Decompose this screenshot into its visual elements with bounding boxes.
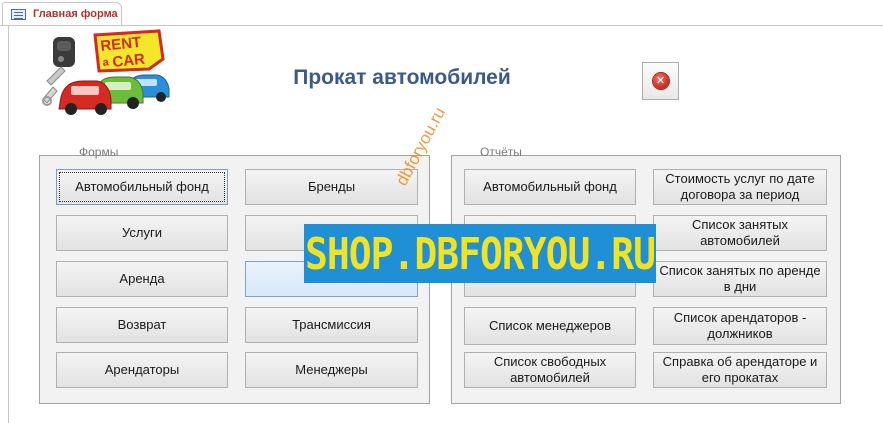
form-button-managers[interactable]: Менеджеры	[245, 352, 418, 388]
tab-main-form-label: Главная форма	[33, 8, 118, 20]
rent-a-car-sign: RENT a CAR	[93, 29, 165, 73]
form-button-services[interactable]: Услуги	[56, 215, 228, 251]
report-button-free-cars[interactable]: Список свободных автомобилей	[464, 352, 636, 388]
form-icon	[11, 9, 26, 20]
cars-illustration	[58, 74, 170, 115]
page-title: Прокат автомобилей	[293, 66, 511, 89]
form-button-tenants[interactable]: Арендаторы	[56, 352, 228, 388]
report-button-debtors-list[interactable]: Список арендаторов - должников	[653, 307, 827, 345]
report-button-managers-list[interactable]: Список менеджеров	[464, 307, 636, 345]
tab-main-form[interactable]: Главная форма	[2, 2, 122, 26]
forms-group-label: Формы	[79, 145, 119, 159]
watermark-banner: SHOP.DBFORYOU.RU	[304, 224, 656, 283]
report-button-car-fleet[interactable]: Автомобильный фонд	[464, 169, 636, 205]
form-button-car-fleet[interactable]: Автомобильный фонд	[56, 169, 228, 205]
form-left-border	[8, 26, 9, 423]
report-button-busy-by-rental-days[interactable]: Список занятых по аренде в дни	[653, 261, 827, 297]
report-button-tenant-info[interactable]: Справка об арендаторе и его прокатах	[653, 352, 827, 388]
form-button-transmission[interactable]: Трансмиссия	[245, 307, 418, 343]
reports-group-label: Отчёты	[480, 145, 522, 159]
form-button-return[interactable]: Возврат	[56, 307, 228, 343]
logo-text-car: CAR	[112, 51, 146, 71]
close-icon: ✕	[652, 73, 669, 89]
rent-a-car-logo: RENT a CAR	[42, 29, 170, 115]
document-tab-bar: Главная форма	[0, 0, 883, 26]
report-button-busy-cars[interactable]: Список занятых автомобилей	[653, 215, 827, 251]
form-button-rental[interactable]: Аренда	[56, 261, 228, 297]
tab-bar-divider	[0, 25, 883, 26]
form-button-brands[interactable]: Бренды	[245, 169, 418, 205]
close-form-button[interactable]: ✕	[642, 62, 679, 100]
report-button-service-cost-by-period[interactable]: Стоимость услуг по дате договора за пери…	[653, 169, 827, 205]
watermark-banner-text: SHOP.DBFORYOU.RU	[304, 228, 656, 279]
